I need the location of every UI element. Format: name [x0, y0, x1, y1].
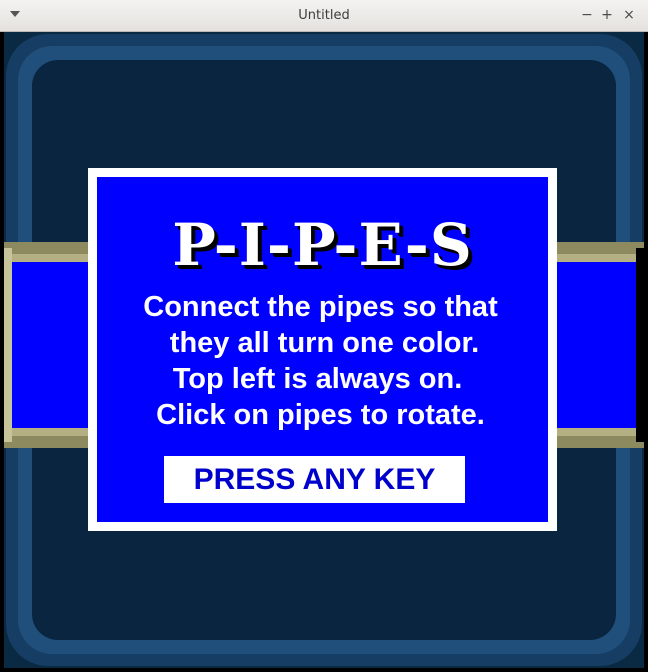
instruction-line: Click on pipes to rotate.: [156, 399, 485, 431]
minimize-button[interactable]: −: [578, 6, 596, 24]
intro-dialog: P-I-P-E-S Connect the pipes so that they…: [88, 168, 557, 531]
instruction-line: Top left is always on.: [172, 363, 463, 395]
instruction-line: Connect the pipes so that: [143, 291, 498, 323]
pipe-cap-right: [636, 248, 644, 442]
press-any-key-button[interactable]: PRESS ANY KEY: [164, 456, 465, 503]
close-button[interactable]: ×: [620, 6, 638, 24]
title-bar[interactable]: Untitled − + ×: [0, 0, 648, 32]
window-title: Untitled: [298, 8, 350, 23]
game-canvas[interactable]: P-I-P-E-S Connect the pipes so that they…: [4, 32, 644, 668]
intro-dialog-panel: P-I-P-E-S Connect the pipes so that they…: [97, 177, 548, 522]
pipe-cap-left: [4, 248, 12, 442]
maximize-button[interactable]: +: [598, 6, 616, 24]
game-title: P-I-P-E-S: [172, 211, 473, 279]
app-window: Untitled − + × P-I-P-E-S Connect the pip…: [0, 0, 648, 672]
instruction-line: they all turn one color.: [169, 327, 480, 359]
